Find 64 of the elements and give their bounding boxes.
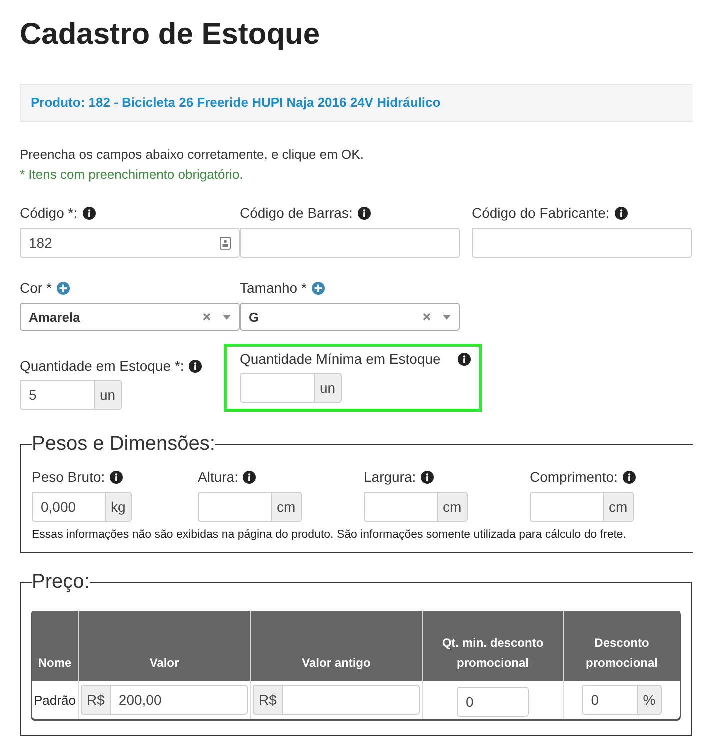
field-label: Largura: <box>364 469 416 485</box>
caret-icon <box>223 314 231 320</box>
unit-addon: cm <box>604 492 634 522</box>
info-icon[interactable] <box>458 352 471 366</box>
info-icon[interactable] <box>243 470 256 484</box>
number-input[interactable] <box>240 373 315 403</box>
add-icon[interactable] <box>56 282 70 294</box>
number-input[interactable]: 0 <box>457 687 529 717</box>
unit-addon: cm <box>272 492 302 522</box>
text-input[interactable]: 182 <box>20 228 240 258</box>
info-icon[interactable] <box>614 206 628 220</box>
column-header: Valor antigo <box>250 611 422 681</box>
select-field[interactable]: Amarela <box>20 303 240 331</box>
section-legend: Preço: <box>32 571 90 594</box>
required-note: * Itens com preenchimento obrigatório. <box>20 166 244 184</box>
info-icon[interactable] <box>421 470 434 484</box>
number-input[interactable] <box>198 492 272 522</box>
info-icon[interactable] <box>189 360 202 372</box>
page-title: Cadastro de Estoque <box>20 17 322 53</box>
instructions-text: Preencha os campos abaixo corretamente, e clique em OK. <box>20 146 365 164</box>
contact-card-icon[interactable] <box>220 236 231 250</box>
field-label: Quantidade Mínima em Estoque <box>240 351 441 367</box>
info-icon[interactable] <box>110 470 124 484</box>
info-icon[interactable] <box>82 206 96 220</box>
field-label: Código do Fabricante: <box>472 205 610 221</box>
number-input[interactable] <box>364 492 438 522</box>
unit-addon: un <box>315 373 342 403</box>
field-label: Código *: <box>20 205 78 221</box>
field-label: Peso Bruto: <box>32 469 106 485</box>
currency-addon: R$ <box>81 685 110 715</box>
number-input[interactable]: 0 <box>582 685 638 715</box>
percent-addon: % <box>638 685 662 715</box>
column-header: Nome <box>32 611 78 681</box>
add-icon[interactable] <box>312 282 325 294</box>
field-label: Quantidade em Estoque *: <box>20 358 184 374</box>
shipping-note: Essas informações não são exibidas na página do produto. São informações somente utilizada para cálculo do frete. <box>32 529 628 541</box>
number-input[interactable]: 0,000 <box>32 492 106 522</box>
text-input[interactable] <box>472 228 692 258</box>
field-label: Comprimento: <box>530 469 618 485</box>
table-cell: Padrão <box>32 681 78 719</box>
unit-addon: un <box>95 380 122 410</box>
select-field[interactable]: G <box>240 303 460 331</box>
field-label: Código de Barras: <box>240 205 353 221</box>
price-input[interactable]: 200,00 <box>110 685 248 715</box>
field-label: Tamanho * <box>240 280 307 296</box>
field-label: Altura: <box>198 469 238 485</box>
clear-icon[interactable] <box>203 313 211 321</box>
info-icon[interactable] <box>622 470 636 484</box>
price-input[interactable] <box>282 685 420 715</box>
number-input[interactable] <box>530 492 604 522</box>
number-input[interactable]: 5 <box>20 380 95 410</box>
clear-icon[interactable] <box>423 313 431 321</box>
text-input[interactable] <box>240 228 460 258</box>
unit-addon: cm <box>438 492 468 522</box>
section-legend: Pesos e Dimensões: <box>32 433 216 456</box>
column-header: Desconto promocional <box>564 611 680 681</box>
unit-addon: kg <box>106 492 132 522</box>
column-header: Qt. min. desconto promocional <box>422 611 564 681</box>
caret-icon <box>443 314 451 320</box>
column-header: Valor <box>78 611 250 681</box>
product-banner: Produto: 182 - Bicicleta 26 Freeride HUPI Naja 2016 24V Hidráulico <box>20 84 693 122</box>
field-label: Cor * <box>20 280 52 296</box>
info-icon[interactable] <box>358 206 371 220</box>
currency-addon: R$ <box>253 685 282 715</box>
